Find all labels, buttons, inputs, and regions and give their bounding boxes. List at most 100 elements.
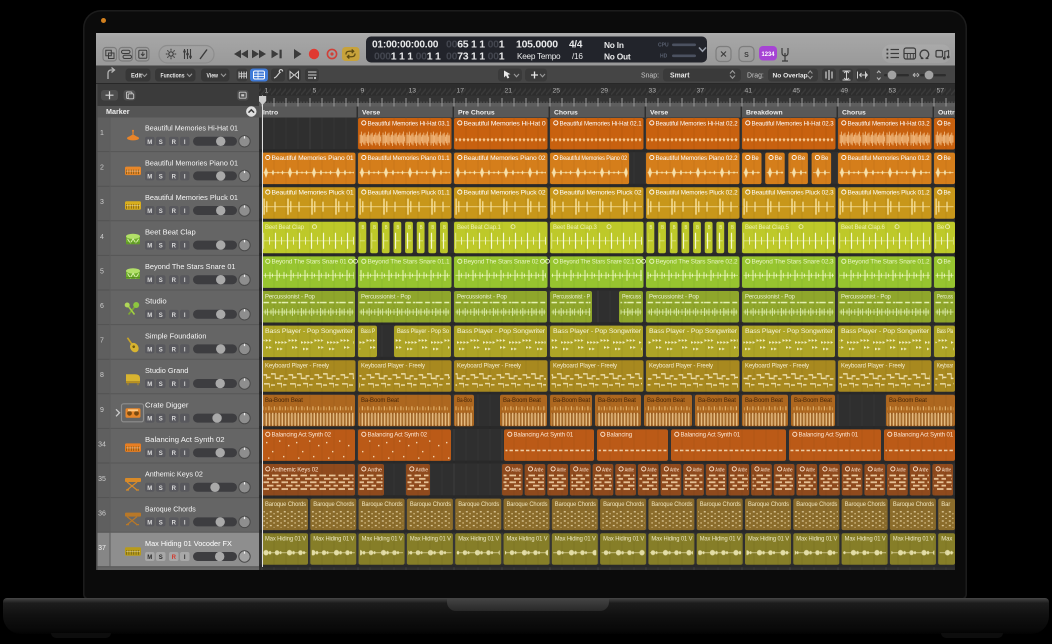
svg-text:29: 29	[601, 88, 609, 95]
svg-text:0001 1 1 001 1: 0001 1 1 001 1	[374, 51, 441, 63]
svg-text:Beautiful Memories Hi-Hat 02.2: Beautiful Memories Hi-Hat 02.2	[656, 121, 739, 127]
svg-text:Beautiful Memories Piano 02: Beautiful Memories Piano 02	[560, 156, 628, 162]
svg-text:Intro: Intro	[263, 110, 278, 117]
svg-text:R: R	[172, 174, 177, 180]
svg-text:Max Hiding 01 Vocoder FX: Max Hiding 01 Vocoder FX	[145, 539, 232, 548]
svg-text:Ba-Boom Beat: Ba-Boom Beat	[503, 398, 541, 404]
svg-text:Beyond The Stars Snare 02.2: Beyond The Stars Snare 02.2	[656, 260, 739, 266]
svg-text:Beet Beat Clap.6: Beet Beat Clap.6	[841, 225, 886, 231]
svg-text:9: 9	[361, 88, 365, 95]
svg-text:1: 1	[265, 88, 269, 95]
svg-text:Baroque Chords: Baroque Chords	[555, 502, 596, 508]
svg-text:Be: Be	[937, 225, 945, 231]
svg-text:Percussionist - P: Percussionist - P	[553, 294, 590, 300]
svg-text:Beautiful Memories Pluck 01: Beautiful Memories Pluck 01	[145, 193, 238, 202]
svg-text:R: R	[172, 417, 177, 423]
svg-text:Anthe: Anthe	[738, 467, 747, 473]
svg-text:41: 41	[745, 88, 753, 95]
svg-text:Breakdown: Breakdown	[746, 110, 783, 117]
svg-text:Baroque Chords: Baroque Chords	[893, 502, 934, 508]
svg-text:M: M	[147, 313, 152, 319]
svg-text:33: 33	[649, 88, 657, 95]
svg-text:Beyond The Stars Snare 01: Beyond The Stars Snare 01	[272, 260, 348, 266]
svg-text:Simple Foundation: Simple Foundation	[145, 331, 207, 340]
svg-text:Edit: Edit	[131, 72, 143, 79]
svg-text:Keyboar: Keyboar	[937, 364, 953, 370]
svg-text:Anthe: Anthe	[715, 467, 724, 473]
svg-text:Max Hiding 01 V: Max Hiding 01 V	[555, 537, 596, 543]
svg-text:Beautiful Memories Pluck 02.3: Beautiful Memories Pluck 02.3	[752, 191, 835, 197]
svg-text:Anthemic Keys 02: Anthemic Keys 02	[272, 467, 320, 473]
svg-text:Percussionist - Pop: Percussionist - Pop	[649, 294, 700, 300]
svg-text:Balancing Act Synth 01: Balancing Act Synth 01	[681, 433, 741, 439]
svg-text:Snap:: Snap:	[641, 72, 659, 79]
svg-text:S: S	[159, 382, 163, 388]
svg-text:M: M	[147, 417, 152, 423]
svg-text:B: B	[673, 225, 676, 231]
svg-text:Bass Player - Pop Songwriter: Bass Player - Pop Songwriter	[553, 329, 641, 335]
svg-text:Beautiful Memories Piano 01.1: Beautiful Memories Piano 01.1	[368, 156, 451, 162]
svg-text:View: View	[207, 72, 219, 79]
svg-text:Beautiful Memories Pluck 02.2: Beautiful Memories Pluck 02.2	[656, 191, 739, 197]
svg-text:M: M	[147, 382, 152, 388]
svg-text:Ba-Boo: Ba-Boo	[457, 398, 473, 404]
svg-text:S: S	[744, 52, 749, 59]
svg-text:Be: Be	[944, 260, 952, 266]
svg-text:Bass Player - Pop Songwriter: Bass Player - Pop Songwriter	[745, 329, 833, 335]
svg-text:Beyond The Stars Snare 01: Beyond The Stars Snare 01	[145, 262, 236, 271]
svg-text:B: B	[385, 225, 388, 231]
svg-text:Beyond The Stars Snare 01.1: Beyond The Stars Snare 01.1	[368, 260, 451, 266]
svg-text:M: M	[147, 278, 152, 284]
svg-text:Ba-Boom Beat: Ba-Boom Beat	[598, 398, 636, 404]
svg-text:Bass Player - Pop Songwriter: Bass Player - Pop Songwriter	[265, 329, 353, 335]
svg-text:5: 5	[313, 88, 317, 95]
svg-text:Beautiful Memories Piano 02: Beautiful Memories Piano 02	[464, 156, 547, 162]
svg-text:Max Hiding 01 V: Max Hiding 01 V	[458, 537, 499, 543]
svg-text:Anthe: Anthe	[579, 467, 588, 473]
svg-text:Beet Beat Clap: Beet Beat Clap	[265, 225, 305, 231]
svg-text:Baroque Chords: Baroque Chords	[845, 502, 886, 508]
svg-text:Max Hiding 01 V: Max Hiding 01 V	[603, 537, 644, 543]
svg-text:Max Hiding 01 V: Max Hiding 01 V	[893, 537, 934, 543]
svg-text:Anthe: Anthe	[534, 467, 543, 473]
svg-text:Anthe: Anthe	[851, 467, 860, 473]
svg-text:Baroque Chords: Baroque Chords	[507, 502, 548, 508]
svg-text:Bass Player - Pop Songwriter: Bass Player - Pop Songwriter	[457, 329, 545, 335]
svg-text:Keyboard Player - Freely: Keyboard Player - Freely	[265, 364, 329, 370]
svg-text:Ba-Boom Beat: Ba-Boom Beat	[553, 398, 590, 404]
svg-text:Be: Be	[775, 156, 783, 162]
svg-text:S: S	[159, 278, 163, 284]
svg-text:Baroque Chords: Baroque Chords	[458, 502, 499, 508]
svg-text:Anthe: Anthe	[761, 467, 770, 473]
svg-text:B: B	[420, 225, 423, 231]
svg-text:Anthemic Keys 02: Anthemic Keys 02	[145, 470, 203, 479]
svg-text:M: M	[147, 520, 152, 526]
svg-text:37: 37	[697, 88, 705, 95]
svg-text:B: B	[373, 225, 376, 231]
svg-text:Be: Be	[944, 156, 952, 162]
svg-text:Drag:: Drag:	[747, 72, 764, 79]
svg-text:Chorus: Chorus	[842, 110, 866, 117]
svg-text:45: 45	[793, 88, 801, 95]
svg-text:R: R	[172, 486, 177, 492]
svg-text:R: R	[172, 451, 177, 457]
svg-text:Bass P: Bass P	[361, 329, 375, 335]
svg-text:Percuss: Percuss	[622, 294, 641, 300]
svg-text:HD: HD	[660, 54, 668, 60]
svg-text:Keyboard Player - Freely: Keyboard Player - Freely	[457, 364, 521, 370]
svg-text:Anthe: Anthe	[829, 467, 838, 473]
svg-text:Ba-Boom Beat: Ba-Boom Beat	[794, 398, 832, 404]
svg-text:105.0000: 105.0000	[516, 39, 558, 51]
svg-text:B: B	[650, 225, 653, 231]
svg-text:M: M	[147, 244, 152, 250]
svg-text:Anthe: Anthe	[647, 467, 656, 473]
svg-text:Anthe: Anthe	[670, 467, 679, 473]
svg-text:Beautiful Memories Pluck 01.2: Beautiful Memories Pluck 01.2	[848, 191, 931, 197]
svg-text:B: B	[684, 225, 687, 231]
svg-text:Max: Max	[941, 537, 952, 543]
svg-text:Be: Be	[821, 156, 829, 162]
svg-text:R: R	[172, 520, 177, 526]
svg-text:Beet Beat Clap: Beet Beat Clap	[145, 228, 196, 237]
svg-text:Anthe: Anthe	[783, 467, 792, 473]
svg-text:Beautiful Memories Piano 02.2: Beautiful Memories Piano 02.2	[656, 156, 739, 162]
